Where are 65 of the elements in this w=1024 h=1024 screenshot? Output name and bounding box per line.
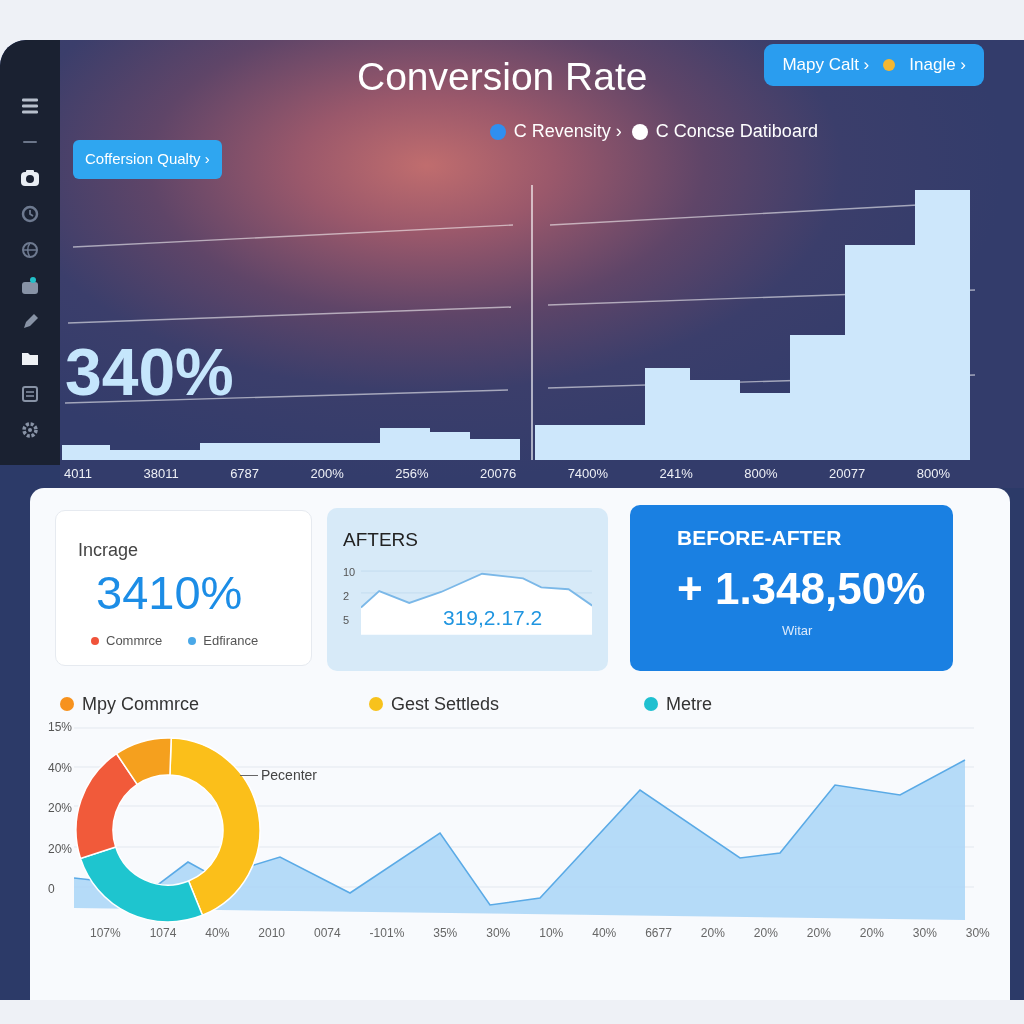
axis-label: 20076 xyxy=(480,465,517,484)
axis-label: 7400% xyxy=(567,465,609,484)
axis-label: 20% xyxy=(700,925,725,942)
legend-label: Mpy Commrce xyxy=(82,692,199,716)
axis-label: 6787 xyxy=(230,465,260,484)
axis-label: 800% xyxy=(744,465,778,484)
stat-value: + 1.348,50% xyxy=(677,563,927,615)
axis-label: 10 xyxy=(343,566,356,578)
leader-line xyxy=(240,775,258,776)
globe-icon[interactable] xyxy=(20,240,40,260)
axis-label: 20% xyxy=(806,925,831,942)
stat-title: Incrage xyxy=(78,539,140,561)
breadcrumb-link[interactable]: Mapy Calt › xyxy=(778,52,874,78)
menu-icon[interactable] xyxy=(20,96,40,116)
axis-label: 2010 xyxy=(258,925,285,942)
axis-label: 38011 xyxy=(143,465,179,484)
axis-label: 30% xyxy=(912,925,937,942)
dashboard-title: Conversion Rate xyxy=(357,54,648,100)
axis-label: 800% xyxy=(916,465,950,484)
axis-label: 200% xyxy=(310,465,344,484)
axis-label: 30% xyxy=(965,925,990,942)
axis-label: 6677 xyxy=(645,925,672,942)
axis-label: 30% xyxy=(486,925,511,942)
chart-bar xyxy=(470,439,520,460)
legend-label: C Concse Datiboard xyxy=(655,120,818,143)
notification-icon[interactable] xyxy=(20,276,40,296)
axis-label: 20% xyxy=(859,925,884,942)
document-icon[interactable] xyxy=(20,384,40,404)
axis-label: 20% xyxy=(48,801,74,815)
stat-caption: Witar xyxy=(782,622,814,640)
axis-label: 35% xyxy=(433,925,458,942)
axis-label: 40% xyxy=(205,925,230,942)
camera-icon[interactable] xyxy=(20,168,40,188)
axis-label: 15% xyxy=(48,720,74,734)
axis-label: 4011 xyxy=(64,465,92,484)
axis-label: 20077 xyxy=(829,465,866,484)
stat-value: 3410% xyxy=(96,567,244,619)
legend-label: C Revensity › xyxy=(513,120,622,143)
gear-icon[interactable] xyxy=(20,420,40,440)
legend-label: Edfirance xyxy=(203,632,259,650)
axis-label: 10% xyxy=(539,925,564,942)
stat-title: BEFORE-AFTER xyxy=(677,525,843,551)
axis-label: 0074 xyxy=(313,925,341,942)
breadcrumb-link[interactable]: Inagle › xyxy=(905,52,970,78)
big-percentage: 340% xyxy=(65,337,234,407)
axis-label: 0 xyxy=(48,882,56,896)
axis-label: 40% xyxy=(592,925,617,942)
axis-label: 107% xyxy=(90,925,121,942)
stat-title: AFTERS xyxy=(343,528,419,552)
legend-label: Metre xyxy=(666,692,713,716)
axis-label: 256% xyxy=(395,465,429,484)
axis-label: -101% xyxy=(369,925,405,942)
callout-label: Pecenter xyxy=(261,766,318,785)
legend-label: Gest Settleds xyxy=(391,692,500,716)
axis-label: 1074 xyxy=(149,925,177,942)
axis-label: 5 xyxy=(343,614,351,626)
axis-label: 2 xyxy=(343,590,351,602)
filter-button[interactable]: Coffersion Qualty › xyxy=(73,140,222,179)
axis-label: 241% xyxy=(659,465,693,484)
clock-icon[interactable] xyxy=(20,204,40,224)
axis-label: 20% xyxy=(48,841,74,856)
sparkline-value: 319,2.17.2 xyxy=(443,606,543,630)
legend-label: Commrce xyxy=(106,632,163,650)
axis-label: 20% xyxy=(753,925,778,942)
axis-label: 40% xyxy=(48,760,74,775)
